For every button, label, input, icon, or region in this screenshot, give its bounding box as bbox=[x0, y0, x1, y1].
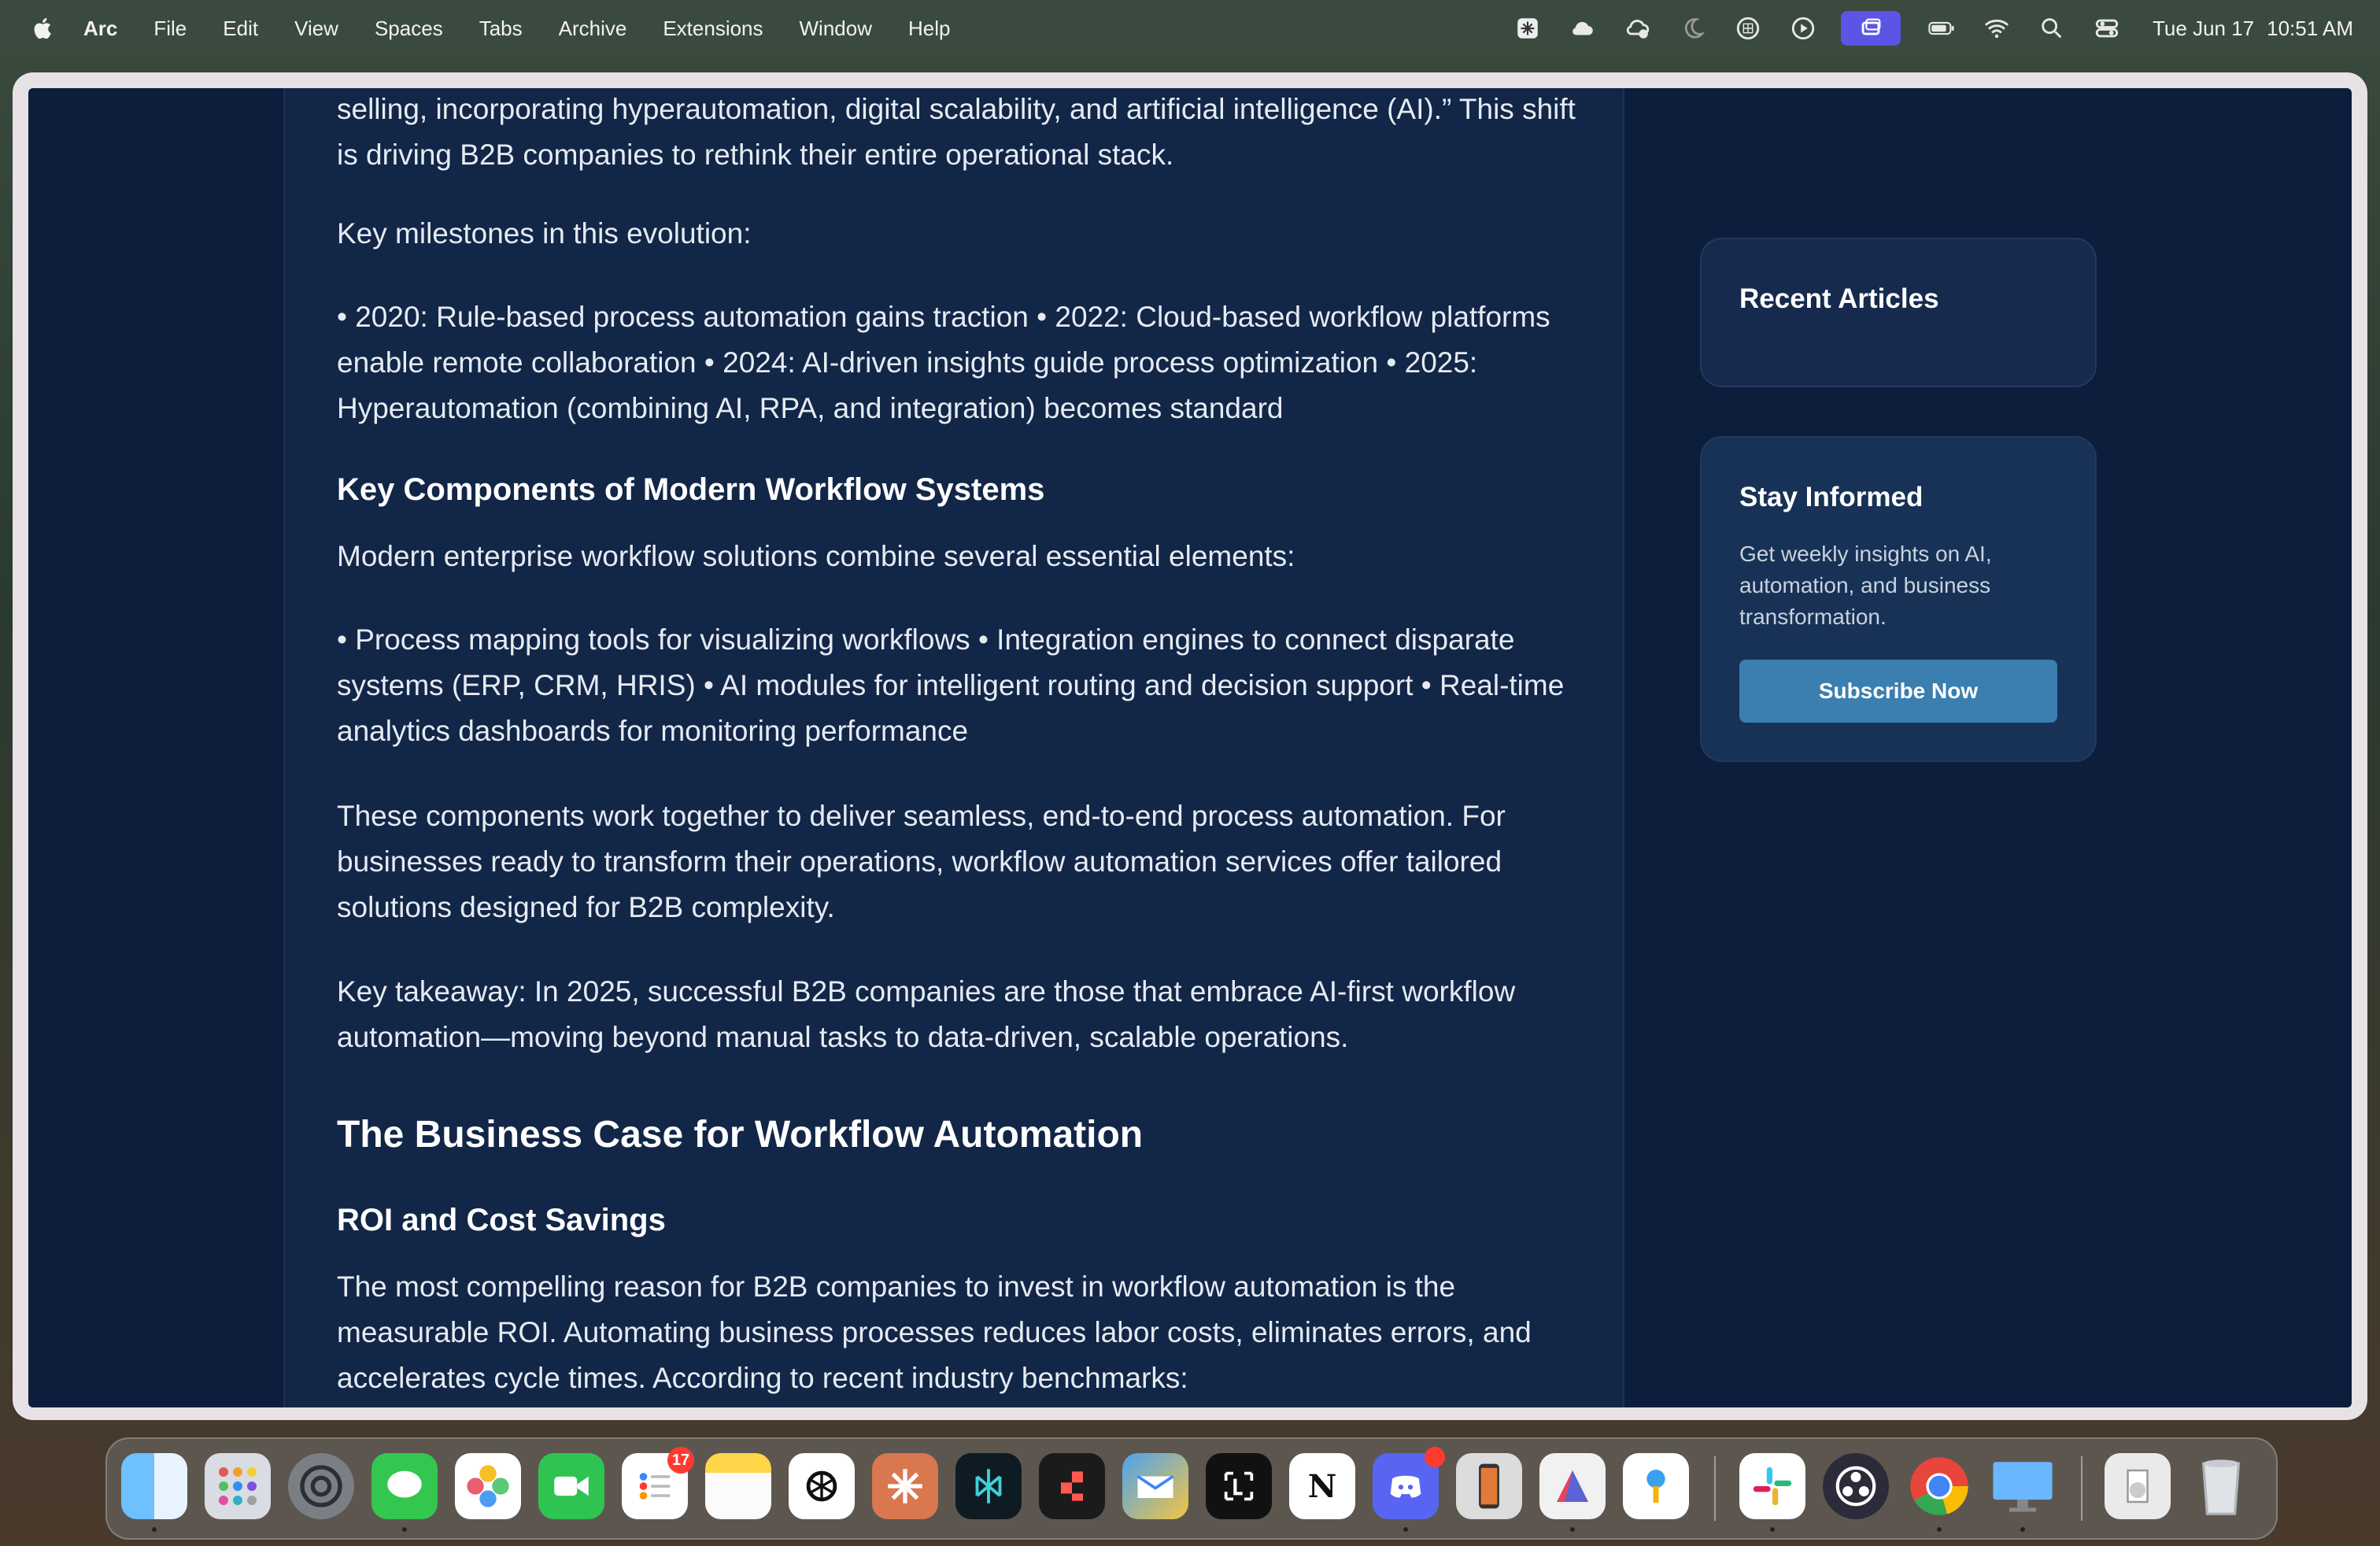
running-indicator bbox=[1770, 1527, 1775, 1532]
running-indicator bbox=[402, 1527, 407, 1532]
grid-icon[interactable] bbox=[1734, 14, 1762, 43]
running-indicator bbox=[1403, 1527, 1408, 1532]
passwords-icon[interactable] bbox=[1623, 1453, 1689, 1519]
menu-extensions[interactable]: Extensions bbox=[663, 17, 763, 41]
screen-mirroring-icon[interactable] bbox=[1841, 11, 1901, 46]
newsletter-title: Stay Informed bbox=[1739, 482, 1924, 512]
components-intro: Modern enterprise workflow solutions com… bbox=[337, 540, 1295, 572]
apple-icon[interactable] bbox=[30, 15, 57, 42]
perplexity-icon[interactable] bbox=[955, 1453, 1022, 1519]
menu-clock[interactable]: Tue Jun 17 10:51 AM bbox=[2153, 17, 2353, 41]
running-indicator bbox=[1937, 1527, 1942, 1532]
newsletter-card: Stay Informed Get weekly insights on AI,… bbox=[1700, 436, 2097, 762]
discord-icon[interactable] bbox=[1373, 1447, 1445, 1519]
recent-articles-card: Recent Articles bbox=[1700, 238, 2097, 387]
facetime-icon[interactable] bbox=[538, 1453, 604, 1519]
subscribe-button[interactable]: Subscribe Now bbox=[1739, 660, 2057, 723]
components-list: • Process mapping tools for visualizing … bbox=[337, 623, 1565, 747]
cloud-icon[interactable] bbox=[1569, 14, 1597, 43]
roi-heading: ROI and Cost Savings bbox=[337, 1203, 666, 1237]
dock-separator bbox=[1714, 1456, 1716, 1521]
menu-view[interactable]: View bbox=[294, 17, 338, 41]
discord-badge bbox=[1425, 1447, 1445, 1467]
menu-window[interactable]: Window bbox=[800, 17, 872, 41]
cloud-sync-icon[interactable] bbox=[1624, 14, 1652, 43]
affinity-icon[interactable] bbox=[1539, 1453, 1606, 1519]
trash-icon[interactable] bbox=[2188, 1453, 2254, 1519]
launchpad-icon[interactable] bbox=[205, 1453, 271, 1519]
components-summary: These components work together to delive… bbox=[337, 800, 1506, 923]
chrome-icon[interactable] bbox=[1906, 1453, 1972, 1519]
web-content[interactable]: selling, incorporating hyperautomation, … bbox=[28, 88, 2352, 1407]
play-icon[interactable] bbox=[1789, 14, 1817, 43]
intro-paragraph: selling, incorporating hyperautomation, … bbox=[337, 93, 1576, 171]
control-center-icon[interactable] bbox=[2093, 14, 2121, 43]
screen-sharing-icon[interactable] bbox=[1990, 1453, 2056, 1519]
dock: 17 N bbox=[105, 1437, 2278, 1540]
system-settings-icon[interactable] bbox=[288, 1453, 354, 1519]
chatgpt-icon[interactable] bbox=[789, 1453, 855, 1519]
notes-icon[interactable] bbox=[705, 1453, 771, 1519]
running-indicator bbox=[1570, 1527, 1575, 1532]
dock-separator bbox=[2081, 1456, 2082, 1521]
article-column: selling, incorporating hyperautomation, … bbox=[283, 88, 1624, 1407]
clock-time: 10:51 AM bbox=[2267, 16, 2353, 40]
battery-icon[interactable] bbox=[1927, 14, 1956, 43]
milestones-list: • 2020: Rule-based process automation ga… bbox=[337, 301, 1550, 424]
claude-icon[interactable] bbox=[872, 1453, 938, 1519]
linear-icon[interactable] bbox=[1206, 1453, 1272, 1519]
menu-spaces[interactable]: Spaces bbox=[375, 17, 443, 41]
finder-icon[interactable] bbox=[121, 1453, 187, 1519]
photos-icon[interactable] bbox=[455, 1453, 521, 1519]
menu-file[interactable]: File bbox=[153, 17, 187, 41]
clock-date: Tue Jun 17 bbox=[2153, 16, 2255, 40]
milestones-intro: Key milestones in this evolution: bbox=[337, 217, 752, 250]
newsletter-text: Get weekly insights on AI, automation, a… bbox=[1739, 542, 1992, 629]
menu-bar: Arc File Edit View Spaces Tabs Archive E… bbox=[0, 0, 2380, 57]
moon-icon[interactable] bbox=[1679, 14, 1707, 43]
obs-icon[interactable] bbox=[1823, 1453, 1889, 1519]
downloads-folder-icon[interactable] bbox=[2105, 1453, 2171, 1519]
reminders-badge: 17 bbox=[667, 1447, 694, 1474]
business-case-heading: The Business Case for Workflow Automatio… bbox=[337, 1114, 1144, 1156]
menu-archive[interactable]: Archive bbox=[559, 17, 627, 41]
menu-edit[interactable]: Edit bbox=[223, 17, 258, 41]
menu-help[interactable]: Help bbox=[908, 17, 950, 41]
perplexity-icon[interactable] bbox=[1513, 14, 1542, 43]
menu-app-arc[interactable]: Arc bbox=[83, 17, 117, 41]
iphone-mirroring-icon[interactable] bbox=[1456, 1453, 1522, 1519]
search-icon[interactable] bbox=[2038, 14, 2066, 43]
recent-articles-title: Recent Articles bbox=[1739, 283, 1939, 314]
reminders-icon[interactable]: 17 bbox=[622, 1447, 694, 1519]
airmail-icon[interactable] bbox=[1122, 1453, 1188, 1519]
notion-icon[interactable]: N bbox=[1289, 1453, 1355, 1519]
running-indicator bbox=[2020, 1527, 2025, 1532]
wifi-icon[interactable] bbox=[1983, 14, 2011, 43]
raycast-icon[interactable] bbox=[1039, 1453, 1105, 1519]
components-heading: Key Components of Modern Workflow System… bbox=[337, 472, 1045, 507]
menu-tabs[interactable]: Tabs bbox=[479, 17, 523, 41]
slack-icon[interactable] bbox=[1739, 1453, 1805, 1519]
roi-paragraph: The most compelling reason for B2B compa… bbox=[337, 1270, 1532, 1394]
running-indicator bbox=[152, 1527, 157, 1532]
messages-icon[interactable] bbox=[371, 1453, 438, 1519]
key-takeaway: Key takeaway: In 2025, successful B2B co… bbox=[337, 975, 1516, 1053]
